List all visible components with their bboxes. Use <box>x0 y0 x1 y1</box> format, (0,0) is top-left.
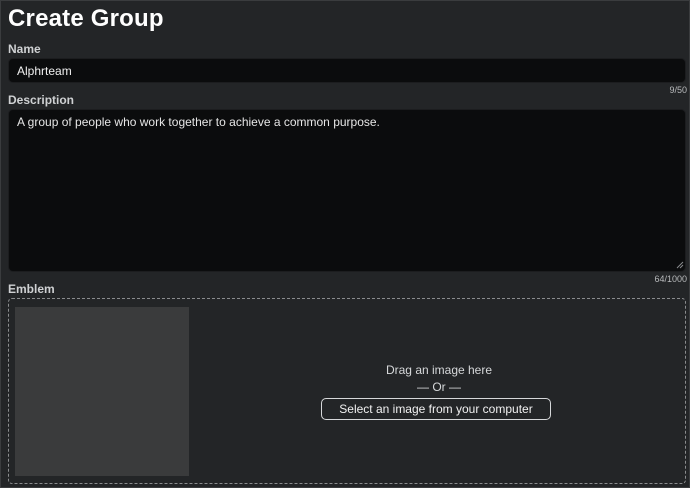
create-group-panel: Create Group Name 9/50 Description A gro… <box>0 0 690 488</box>
description-char-counter: 64/1000 <box>654 274 687 284</box>
name-char-counter: 9/50 <box>669 85 687 95</box>
or-divider-text: — Or — <box>417 380 461 394</box>
drag-image-text: Drag an image here <box>385 363 493 377</box>
emblem-label: Emblem <box>8 282 55 296</box>
name-label: Name <box>8 42 41 56</box>
page-title: Create Group <box>8 5 164 32</box>
select-image-button[interactable]: Select an image from your computer <box>321 398 551 420</box>
name-input[interactable] <box>8 58 686 83</box>
resize-grip-icon[interactable] <box>676 261 684 269</box>
description-textarea[interactable]: A group of people who work together to a… <box>8 109 686 272</box>
emblem-drop-zone[interactable]: Drag an image here — Or — Select an imag… <box>8 298 686 484</box>
description-label: Description <box>8 93 75 107</box>
emblem-preview-placeholder <box>15 307 189 476</box>
